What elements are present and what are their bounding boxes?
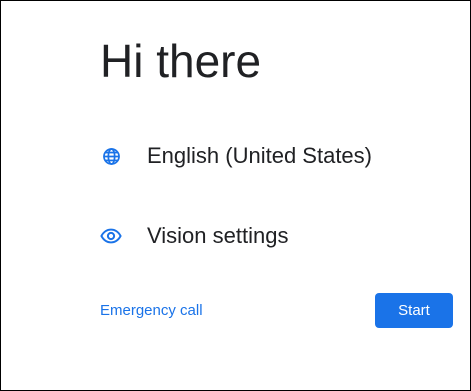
start-button[interactable]: Start xyxy=(375,293,453,328)
vision-settings-label: Vision settings xyxy=(147,223,289,248)
eye-icon xyxy=(100,225,122,247)
page-title: Hi there xyxy=(100,35,262,87)
language-selector[interactable]: English (United States) xyxy=(100,138,372,174)
language-label: English (United States) xyxy=(147,143,372,168)
welcome-screen: Hi there English (United States) Vision … xyxy=(0,0,471,391)
globe-icon xyxy=(100,145,122,167)
emergency-call-link[interactable]: Emergency call xyxy=(100,301,203,321)
vision-settings-item[interactable]: Vision settings xyxy=(100,218,288,254)
